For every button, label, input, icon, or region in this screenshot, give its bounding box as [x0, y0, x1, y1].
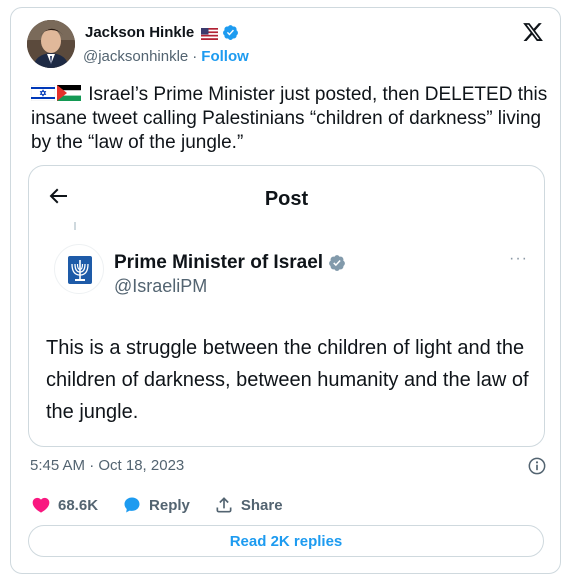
reply-button[interactable]: Reply: [122, 495, 190, 515]
separator-dot: ·: [192, 48, 198, 65]
thread-line: [74, 222, 76, 230]
palestine-flag-icon: [57, 84, 81, 101]
info-icon[interactable]: [527, 456, 547, 476]
read-replies-button[interactable]: Read 2K replies: [28, 525, 544, 557]
verified-badge-icon: [223, 25, 239, 40]
more-icon[interactable]: ···: [509, 250, 528, 268]
us-flag-icon: [201, 27, 219, 40]
embedded-screenshot[interactable]: Post Prime Minister of Israel @IsraeliPM…: [28, 165, 545, 447]
like-button[interactable]: 68.6K: [31, 495, 98, 515]
author-name-row[interactable]: Jackson Hinkle: [85, 24, 239, 41]
author-name[interactable]: Jackson Hinkle: [85, 24, 194, 41]
reply-bubble-icon: [124, 497, 140, 513]
share-button[interactable]: Share: [214, 495, 283, 515]
gray-verified-badge-icon: [329, 255, 345, 271]
action-bar: 68.6K Reply Share: [31, 495, 307, 515]
tweet-card: Jackson Hinkle @jacksonhinkle · Follow I…: [10, 7, 561, 574]
tweet-body: Israel’s Prime Minister just posted, the…: [31, 84, 548, 153]
share-label: Share: [240, 496, 283, 514]
share-icon: [216, 497, 232, 513]
author-handle[interactable]: @jacksonhinkle: [83, 48, 188, 65]
embedded-post-text: This is a struggle between the children …: [46, 337, 529, 423]
timestamp[interactable]: 5:45 AM · Oct 18, 2023: [30, 457, 184, 474]
follow-button[interactable]: Follow: [201, 48, 249, 65]
tweet-text: Israel’s Prime Minister just posted, the…: [30, 83, 551, 155]
reply-label: Reply: [149, 496, 190, 514]
embed-header-title: Post: [264, 188, 309, 210]
pm-handle[interactable]: @IsraeliPM: [114, 276, 207, 297]
author-avatar[interactable]: [27, 20, 75, 68]
author-handle-row: @jacksonhinkle · Follow: [83, 48, 249, 65]
pm-avatar: [54, 244, 104, 294]
x-logo-icon[interactable]: [522, 21, 544, 43]
like-count: 68.6K: [58, 496, 99, 514]
pm-name-row[interactable]: Prime Minister of Israel: [114, 252, 346, 274]
israel-flag-icon: [30, 84, 56, 102]
heart-icon: [32, 497, 50, 513]
pm-name[interactable]: Prime Minister of Israel: [114, 252, 323, 274]
